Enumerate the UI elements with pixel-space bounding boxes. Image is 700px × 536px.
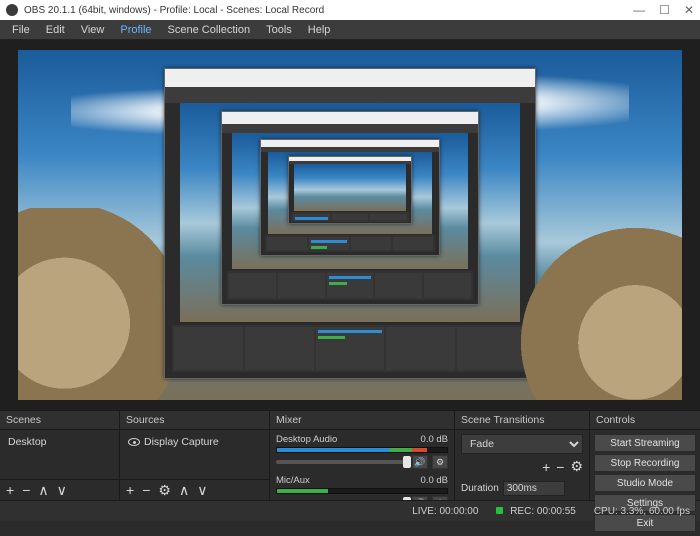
dock-controls: Controls Start Streaming Stop Recording …: [590, 411, 700, 500]
source-down-button[interactable]: ∨: [197, 483, 207, 497]
nested-window-3: [260, 139, 439, 256]
menu-tools[interactable]: Tools: [258, 20, 300, 40]
source-add-button[interactable]: +: [126, 483, 134, 497]
exit-button[interactable]: Exit: [594, 514, 696, 532]
scenes-toolbar: + − ∧ ∨: [0, 479, 119, 500]
source-item[interactable]: Display Capture: [126, 434, 263, 450]
window-title: OBS 20.1.1 (64bit, windows) - Profile: L…: [24, 5, 633, 16]
maximize-button[interactable]: ☐: [659, 3, 670, 17]
status-live: LIVE: 00:00:00: [412, 506, 478, 517]
channel-settings-button[interactable]: ⚙: [432, 496, 448, 500]
menu-profile[interactable]: Profile: [112, 20, 159, 40]
mixer-channel-name: Desktop Audio: [276, 434, 337, 445]
mixer-meter: [276, 447, 448, 453]
dock-scenes: Scenes Desktop + − ∧ ∨: [0, 411, 120, 500]
controls-body: Start Streaming Stop Recording Studio Mo…: [590, 430, 700, 536]
nested-window-2: [221, 111, 480, 304]
dock-mixer-header: Mixer: [270, 411, 454, 430]
dock-transitions-header: Scene Transitions: [455, 411, 589, 430]
menu-help[interactable]: Help: [300, 20, 339, 40]
menu-view[interactable]: View: [73, 20, 113, 40]
transitions-body: Fade + − ⚙ Duration: [455, 430, 589, 500]
mute-button[interactable]: 🔊: [412, 455, 428, 469]
dock-scenes-header: Scenes: [0, 411, 119, 430]
transition-add-button[interactable]: +: [542, 459, 550, 475]
sources-list[interactable]: Display Capture: [120, 430, 269, 479]
sources-toolbar: + − ⚙ ∧ ∨: [120, 479, 269, 500]
mixer-body: Desktop Audio 0.0 dB 🔊 ⚙ Mic/Aux 0.0 dB: [270, 430, 454, 500]
mixer-channel-name: Mic/Aux: [276, 475, 310, 486]
scene-down-button[interactable]: ∨: [57, 483, 67, 497]
preview-area: [0, 40, 700, 410]
preview-canvas[interactable]: [18, 50, 682, 400]
mixer-channel-desktop: Desktop Audio 0.0 dB 🔊 ⚙: [276, 434, 448, 469]
status-rec: REC: 00:00:55: [496, 506, 575, 517]
source-properties-button[interactable]: ⚙: [158, 483, 171, 497]
mixer-channel-level: 0.0 dB: [421, 475, 448, 486]
scene-up-button[interactable]: ∧: [38, 483, 48, 497]
nested-window-1: [164, 68, 536, 380]
mute-button[interactable]: 🔊: [412, 496, 428, 500]
source-remove-button[interactable]: −: [142, 483, 150, 497]
dock-controls-header: Controls: [590, 411, 700, 430]
nested-window-4: [288, 156, 412, 225]
close-button[interactable]: ✕: [684, 3, 694, 17]
menubar: File Edit View Profile Scene Collection …: [0, 20, 700, 40]
scene-add-button[interactable]: +: [6, 483, 14, 497]
status-cpu: CPU: 3.3%, 60.00 fps: [594, 506, 690, 517]
scene-remove-button[interactable]: −: [22, 483, 30, 497]
transition-remove-button[interactable]: −: [556, 459, 564, 475]
transition-settings-button[interactable]: ⚙: [570, 458, 583, 475]
source-up-button[interactable]: ∧: [179, 483, 189, 497]
docks: Scenes Desktop + − ∧ ∨ Sources Display C…: [0, 410, 700, 500]
window-buttons: — ☐ ✕: [633, 3, 694, 17]
dock-mixer: Mixer Desktop Audio 0.0 dB 🔊 ⚙ Mic/Aux 0…: [270, 411, 455, 500]
volume-slider[interactable]: [276, 460, 408, 464]
transition-duration-label: Duration: [461, 483, 499, 494]
minimize-button[interactable]: —: [633, 3, 645, 17]
visibility-icon[interactable]: [128, 438, 140, 446]
dock-sources: Sources Display Capture + − ⚙ ∧ ∨: [120, 411, 270, 500]
menu-scene-collection[interactable]: Scene Collection: [160, 20, 259, 40]
mixer-channel-level: 0.0 dB: [421, 434, 448, 445]
scene-item[interactable]: Desktop: [6, 434, 113, 450]
mixer-channel-mic: Mic/Aux 0.0 dB 🔊 ⚙: [276, 475, 448, 500]
transition-select[interactable]: Fade: [461, 434, 583, 454]
scenes-list[interactable]: Desktop: [0, 430, 119, 479]
dock-sources-header: Sources: [120, 411, 269, 430]
app-icon: [6, 4, 18, 16]
window-titlebar: OBS 20.1.1 (64bit, windows) - Profile: L…: [0, 0, 700, 20]
channel-settings-button[interactable]: ⚙: [432, 455, 448, 469]
studio-mode-button[interactable]: Studio Mode: [594, 474, 696, 492]
transition-duration-input[interactable]: [503, 481, 565, 496]
menu-edit[interactable]: Edit: [38, 20, 73, 40]
recording-indicator-icon: [496, 507, 503, 514]
stop-recording-button[interactable]: Stop Recording: [594, 454, 696, 472]
start-streaming-button[interactable]: Start Streaming: [594, 434, 696, 452]
source-item-label: Display Capture: [144, 436, 219, 448]
mixer-meter: [276, 488, 448, 494]
dock-transitions: Scene Transitions Fade + − ⚙ Duration: [455, 411, 590, 500]
menu-file[interactable]: File: [4, 20, 38, 40]
